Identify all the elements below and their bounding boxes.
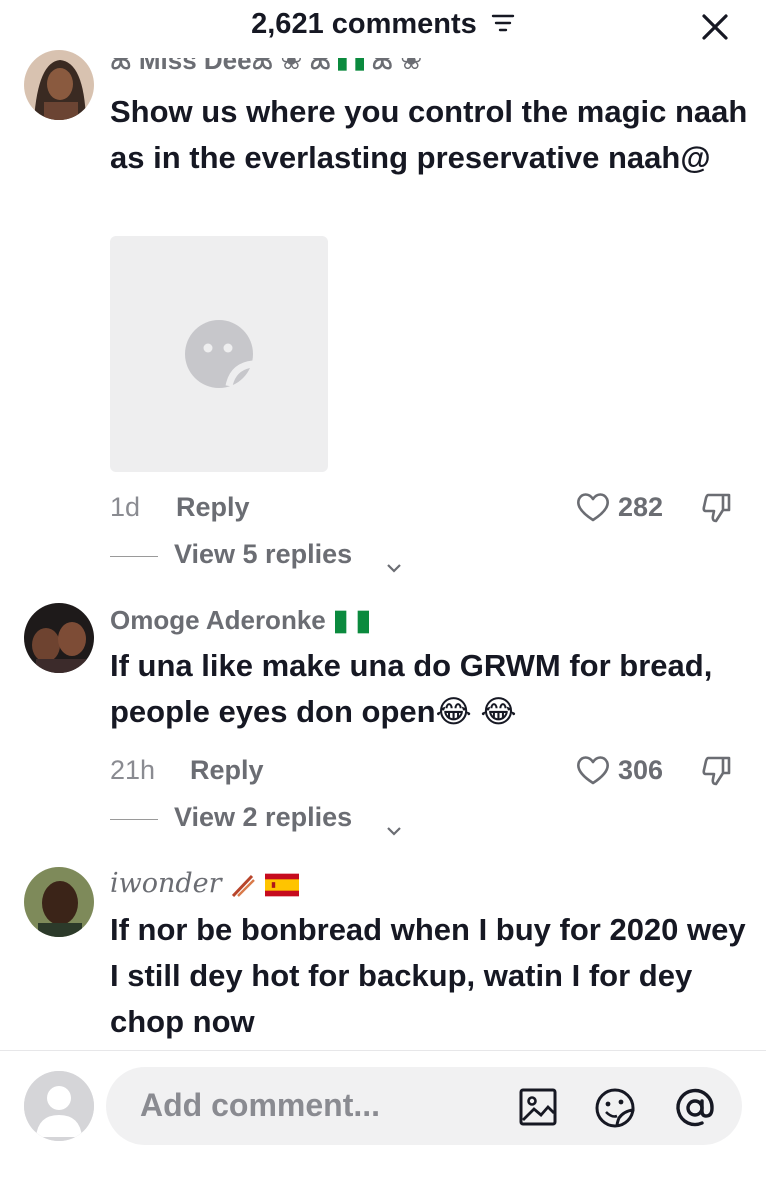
broken-image-icon [183,318,255,395]
comment-time: 1d [110,492,141,522]
image-icon[interactable] [518,1087,558,1127]
comment-username[interactable]: iwonder [110,868,299,899]
close-icon[interactable] [698,10,732,44]
heart-icon [576,492,610,529]
reply-button[interactable]: Reply [176,492,250,523]
comment-username[interactable]: Omoge Aderonke [110,605,369,636]
like-button[interactable]: 306 [576,751,766,791]
like-count: 282 [618,492,664,522]
heart-icon [576,755,610,792]
chevron-down-icon [386,550,402,581]
comment-meta: 1d Reply 282 [110,488,750,528]
avatar[interactable] [24,603,94,673]
comment-time: 21h [110,755,156,785]
comment-text: Show us where you control the magic naah… [110,94,748,175]
comment-text: If nor be bonbread when I buy for 2020 w… [110,912,746,1039]
add-comment-placeholder: Add comment... [140,1087,381,1123]
avatar[interactable] [24,867,94,937]
divider [110,819,158,820]
comment-text: If una like make una do GRWM for bread, … [110,648,713,729]
view-replies-button[interactable]: View 5 replies [110,536,430,576]
comment-image-placeholder[interactable] [110,236,328,472]
mention-icon[interactable] [674,1087,714,1127]
dislike-icon[interactable] [700,490,734,531]
like-count: 306 [618,755,664,785]
avatar[interactable] [24,50,94,120]
chevron-down-icon [386,813,402,844]
comment-meta: 21h Reply 306 [110,751,750,791]
avatar[interactable] [24,1071,94,1141]
comments-header: 2,621 comments [0,0,766,60]
comment-username[interactable]: ꕤ Miss Deeꕤ ❀ ꕤ ꕤ ❀ [110,58,422,78]
reply-button[interactable]: Reply [190,755,264,786]
divider [110,556,158,557]
sticker-icon[interactable] [594,1087,635,1128]
like-button[interactable]: 282 [576,488,766,528]
view-replies-button[interactable]: View 2 replies [110,799,430,839]
comment-composer: Add comment... [0,1050,766,1200]
comment-count-title: 2,621 comments [251,8,477,40]
filter-icon[interactable] [491,9,515,42]
add-comment-input[interactable]: Add comment... [106,1067,742,1145]
dislike-icon[interactable] [700,753,734,794]
